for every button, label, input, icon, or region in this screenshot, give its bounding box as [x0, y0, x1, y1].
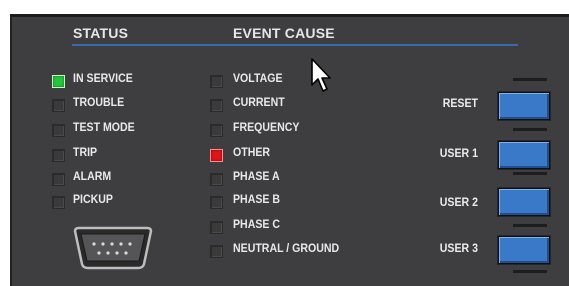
button-slot-line — [513, 270, 547, 273]
led-phase-c — [210, 221, 223, 234]
led-phase-b — [210, 196, 223, 209]
led-pickup — [52, 196, 65, 209]
user-2-button-label: USER 2 — [439, 197, 478, 209]
status-header: STATUS — [73, 25, 129, 41]
led-test-mode — [52, 124, 65, 137]
led-in-service — [52, 75, 65, 88]
led-trip — [52, 149, 65, 162]
user-1-button-label: USER 1 — [439, 148, 478, 160]
led-frequency — [210, 124, 223, 137]
led-other — [210, 149, 223, 162]
status-label-in-service: IN SERVICE — [73, 73, 133, 85]
button-slot-line — [513, 128, 547, 131]
status-header-rule — [72, 44, 232, 46]
event-label-other: OTHER — [233, 147, 271, 159]
mouse-pointer-icon — [311, 58, 331, 92]
user-3-button[interactable] — [498, 236, 550, 264]
serial-port-icon — [73, 226, 153, 270]
status-label-alarm: ALARM — [73, 171, 112, 183]
user-2-button[interactable] — [498, 188, 550, 216]
event-label-voltage: VOLTAGE — [233, 73, 283, 85]
status-label-trip: TRIP — [73, 147, 98, 159]
status-label-trouble: TROUBLE — [73, 97, 125, 109]
led-trouble — [52, 99, 65, 112]
reset-button[interactable] — [498, 92, 550, 120]
led-current — [210, 99, 223, 112]
status-label-test-mode: TEST MODE — [73, 122, 135, 134]
event-label-current: CURRENT — [233, 97, 285, 109]
button-slot-line — [513, 78, 547, 81]
led-alarm — [52, 173, 65, 186]
led-voltage — [210, 75, 223, 88]
button-slot-line — [513, 172, 547, 175]
event-header-rule — [228, 44, 518, 46]
status-label-pickup: PICKUP — [73, 194, 113, 206]
event-label-neutral-ground: NEUTRAL / GROUND — [233, 243, 340, 255]
button-slot-line — [513, 224, 547, 227]
event-label-phase-c: PHASE C — [233, 219, 281, 231]
led-phase-a — [210, 173, 223, 186]
user-3-button-label: USER 3 — [439, 243, 478, 255]
event-label-phase-b: PHASE B — [233, 194, 281, 206]
reset-button-label: RESET — [442, 98, 478, 110]
event-cause-header: EVENT CAUSE — [233, 25, 335, 41]
event-label-phase-a: PHASE A — [233, 171, 280, 183]
user-1-button[interactable] — [498, 141, 550, 169]
led-neutral-ground — [210, 245, 223, 258]
event-label-frequency: FREQUENCY — [233, 122, 300, 134]
